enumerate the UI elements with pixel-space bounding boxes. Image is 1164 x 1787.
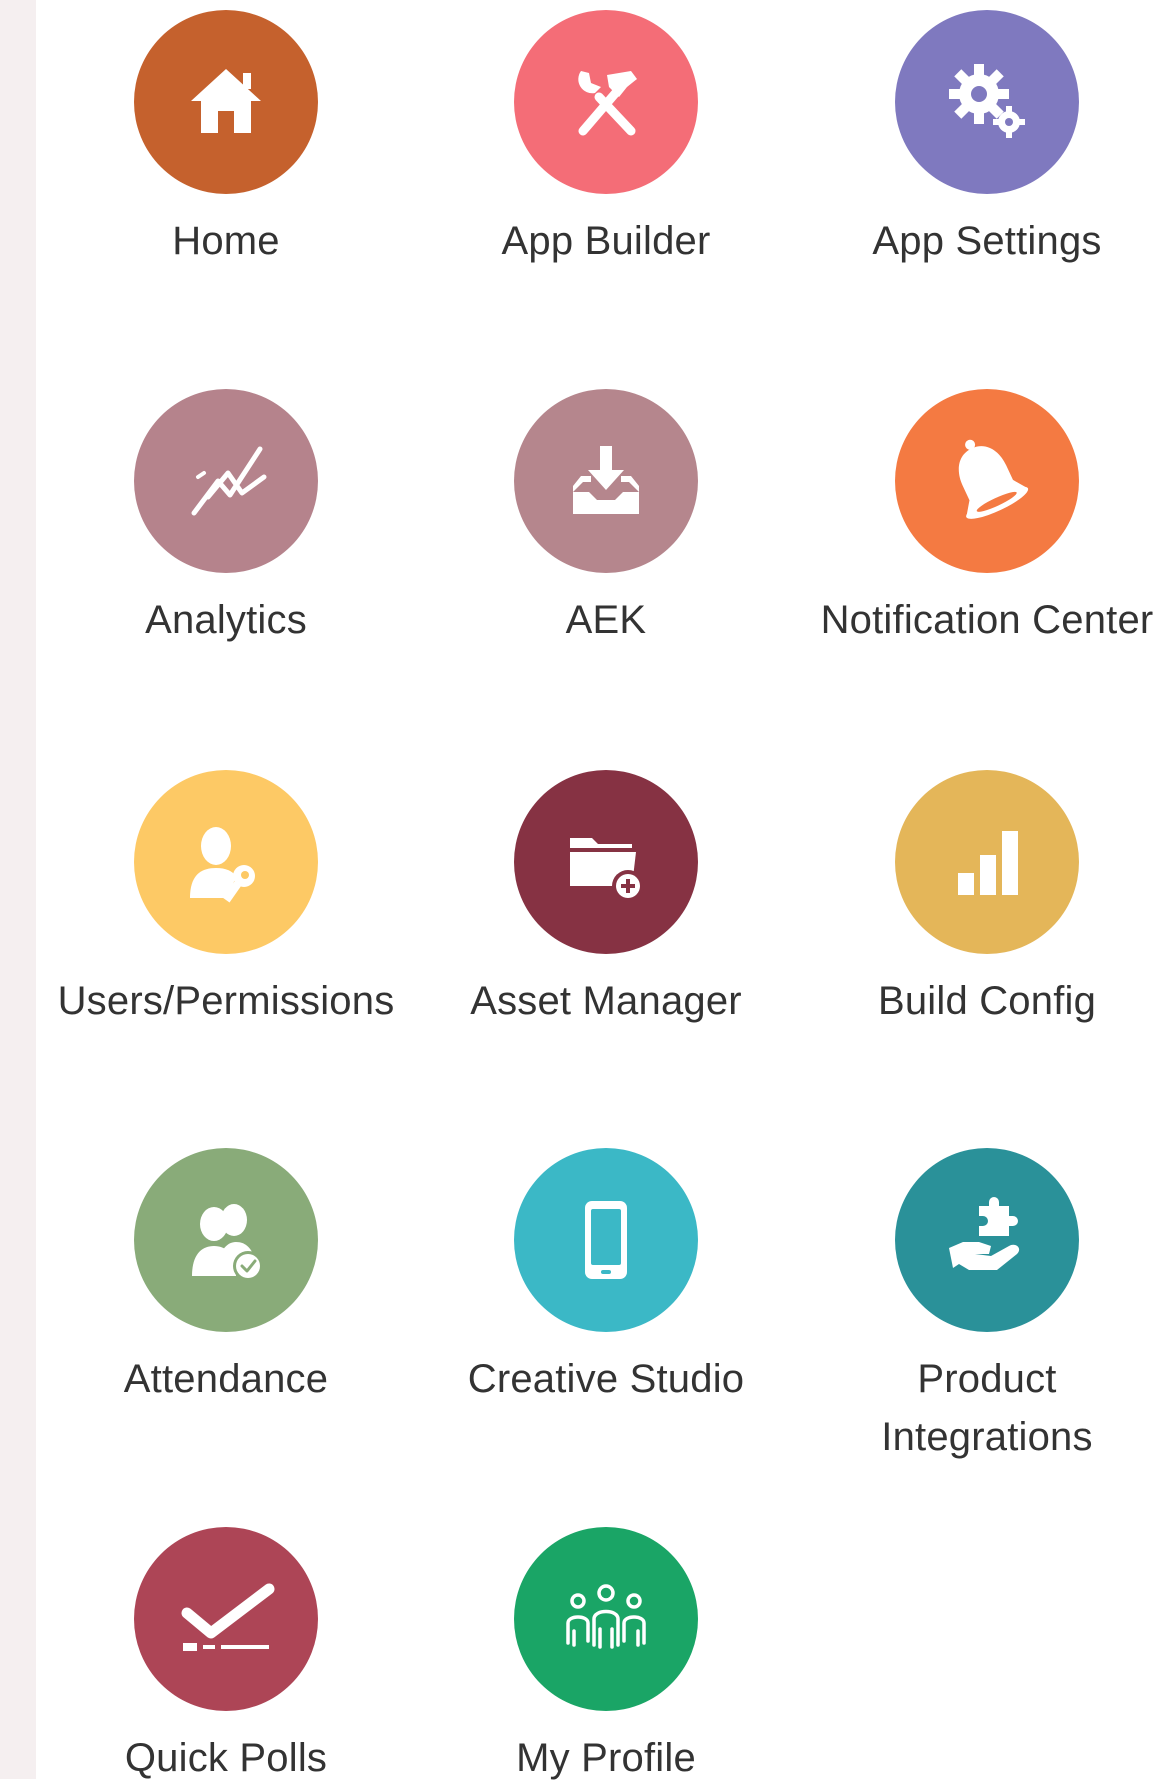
poll-check-icon [181,1583,275,1651]
app-label: App Settings [872,219,1102,263]
app-icon-circle [895,10,1079,194]
home-icon [191,69,261,133]
app-tile-build-config[interactable]: Build Config [797,770,1164,1030]
app-icon-circle [514,1527,698,1711]
bar-signal-icon [958,831,1018,895]
app-label: Asset Manager [470,979,742,1023]
left-sidebar-strip [0,0,36,1779]
smartphone-icon [585,1201,627,1279]
trend-lines-icon [191,446,267,516]
bell-icon [958,439,1029,519]
app-tile-quick-polls[interactable]: Quick Polls [36,1527,416,1787]
app-tile-attendance[interactable]: Attendance [36,1148,416,1408]
app-tile-app-builder[interactable]: App Builder [416,10,796,270]
app-icon-circle [134,1527,318,1711]
app-tile-my-profile[interactable]: My Profile [416,1527,796,1787]
app-icon-circle [895,770,1079,954]
app-tile-creative-studio[interactable]: Creative Studio [416,1148,796,1408]
app-icon-circle [514,389,698,573]
app-tile-aek[interactable]: AEK [416,389,796,649]
app-label: Product Integrations [881,1357,1093,1459]
app-label: Home [172,219,280,263]
app-icon-circle [134,1148,318,1332]
app-label: Quick Polls [124,1736,328,1780]
app-label: Notification Center [820,598,1154,642]
app-icon-circle [514,770,698,954]
app-icon-circle [514,10,698,194]
app-icon-circle [895,1148,1079,1332]
app-tile-home[interactable]: Home [36,10,416,270]
app-label: App Builder [501,219,711,263]
app-icon-circle [134,770,318,954]
app-icon-circle [134,10,318,194]
app-icon-circle [514,1148,698,1332]
app-label: Attendance [123,1357,329,1401]
gears-icon [949,64,1025,138]
people-group-icon [566,1584,646,1649]
app-tile-product-integrations[interactable]: Product Integrations [797,1148,1164,1466]
users-check-icon [192,1204,263,1281]
app-icon-circle [895,389,1079,573]
app-tile-asset-manager[interactable]: Asset Manager [416,770,796,1030]
user-key-icon [190,827,255,903]
app-label: Creative Studio [467,1357,745,1401]
app-icon-circle [134,389,318,573]
app-tile-users-permissions[interactable]: Users/Permissions [36,770,416,1030]
folder-plus-icon [570,838,644,902]
app-label: My Profile [516,1736,696,1780]
hammer-wrench-icon [578,71,637,136]
app-launcher-grid: Home App Builder App Settings Analytics … [36,0,1164,1780]
app-label: Users/Permissions [57,979,395,1023]
app-tile-analytics[interactable]: Analytics [36,389,416,649]
download-tray-icon [573,446,639,514]
app-tile-app-settings[interactable]: App Settings [797,10,1164,270]
hand-puzzle-icon [949,1197,1020,1270]
app-label: AEK [565,598,647,642]
app-label: Build Config [877,979,1097,1023]
app-label: Analytics [145,598,307,642]
app-tile-notification-center[interactable]: Notification Center [797,389,1164,649]
